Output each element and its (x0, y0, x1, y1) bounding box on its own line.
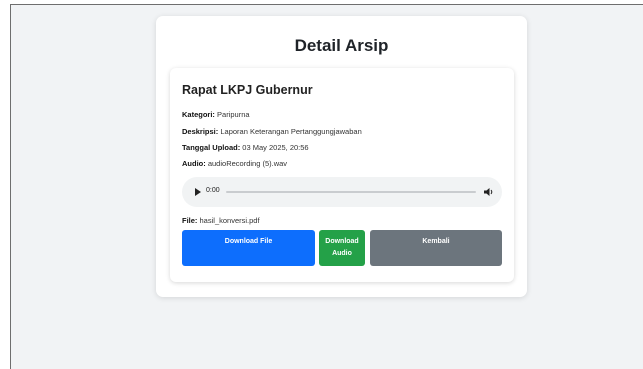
upload-date-label: Tanggal Upload: (182, 143, 241, 152)
description-label: Deskripsi: (182, 127, 219, 136)
download-file-button[interactable]: Download File (182, 230, 315, 266)
description-value: Laporan Keterangan Pertanggungjawaban (220, 127, 362, 136)
play-icon[interactable] (195, 188, 201, 196)
file-value: hasil_konversi.pdf (199, 216, 260, 225)
category-line: Kategori: Paripurna (182, 110, 250, 119)
progress-slider[interactable] (226, 191, 476, 193)
back-button[interactable]: Kembali (370, 230, 502, 266)
category-value: Paripurna (217, 110, 250, 119)
detail-card: Detail Arsip Rapat LKPJ Gubernur Kategor… (156, 16, 527, 297)
upload-date-value: 03 May 2025, 20:56 (242, 143, 309, 152)
category-label: Kategori: (182, 110, 215, 119)
browser-viewport: Detail Arsip Rapat LKPJ Gubernur Kategor… (10, 4, 643, 369)
page-title: Detail Arsip (294, 36, 389, 55)
audio-line: Audio: audioRecording (5).wav (182, 159, 287, 168)
audio-player[interactable]: 0:00 (182, 177, 502, 207)
current-time: 0:00 (206, 187, 220, 194)
volume-icon[interactable] (483, 186, 495, 198)
archive-title: Rapat LKPJ Gubernur (182, 83, 313, 97)
audio-value: audioRecording (5).wav (207, 159, 288, 168)
upload-date-line: Tanggal Upload: 03 May 2025, 20:56 (182, 143, 309, 152)
archive-card: Rapat LKPJ Gubernur Kategori: Paripurna … (170, 68, 514, 282)
audio-label: Audio: (182, 159, 206, 168)
file-label: File: (182, 216, 198, 225)
file-line: File: hasil_konversi.pdf (182, 216, 260, 225)
description-line: Deskripsi: Laporan Keterangan Pertanggun… (182, 127, 362, 136)
download-audio-button[interactable]: Download Audio (319, 230, 365, 266)
